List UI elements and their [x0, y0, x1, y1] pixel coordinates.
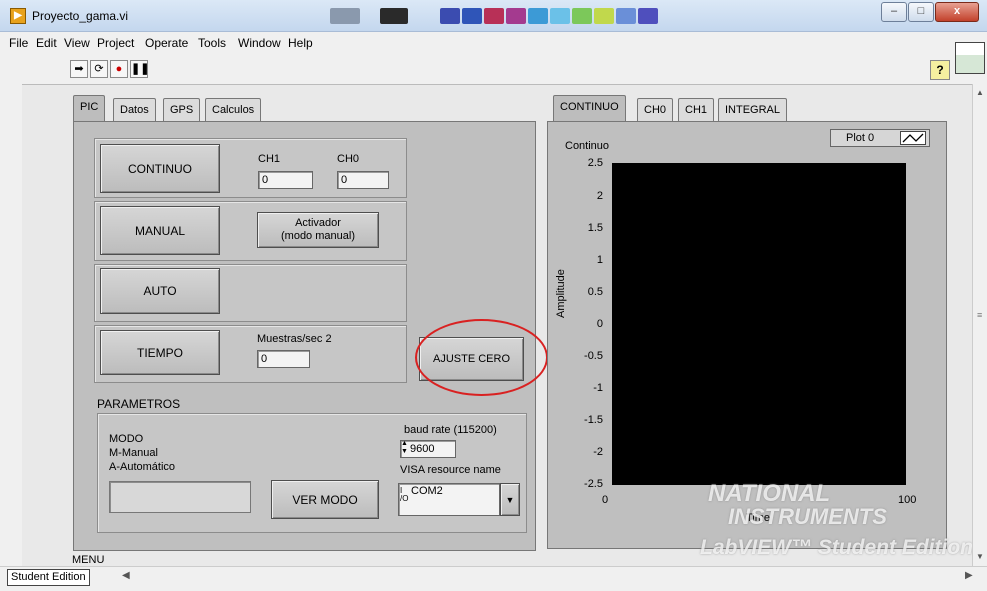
y-axis-label: Amplitude	[555, 269, 567, 318]
auto-button[interactable]: AUTO	[100, 268, 220, 314]
modo-string-indicator	[109, 481, 251, 513]
baud-rate-input[interactable]: 9600	[400, 440, 456, 458]
tab-datos[interactable]: Datos	[113, 98, 156, 122]
scroll-down-icon[interactable]: ▼	[976, 552, 984, 561]
activador-button[interactable]: Activador (modo manual)	[257, 212, 379, 248]
legend-label: Plot 0	[846, 132, 875, 144]
run-continuous-icon[interactable]: ⟳	[90, 60, 108, 78]
menu-label: MENU	[72, 554, 105, 566]
status-bar	[0, 566, 987, 591]
tab-gps[interactable]: GPS	[163, 98, 201, 122]
scroll-up-icon[interactable]: ▲	[976, 88, 984, 97]
menu-edit[interactable]: Edit	[36, 36, 57, 50]
manual-button[interactable]: MANUAL	[100, 206, 220, 255]
run-arrow-icon[interactable]: ➡	[70, 60, 88, 78]
scroll-right-icon[interactable]: ▶	[965, 570, 973, 581]
visa-io-icon: I/O	[400, 486, 409, 503]
y-tick-label: 2.5	[587, 157, 603, 169]
tab-calculos[interactable]: Calculos	[205, 98, 262, 122]
tab-ch0[interactable]: CH0	[637, 98, 674, 122]
x-tick-label: 0	[602, 494, 609, 506]
y-tick-label: -1	[593, 382, 603, 394]
vertical-scrollbar[interactable]: ▲ ≡ ▼	[972, 84, 987, 566]
minimize-button[interactable]: –	[881, 2, 907, 22]
labview-app-icon: ▶	[10, 8, 26, 24]
y-tick-label: 0.5	[587, 286, 603, 298]
activador-label-line2: (modo manual)	[281, 230, 355, 242]
visa-dropdown-button[interactable]: ▼	[500, 483, 520, 516]
taskbar-thumbnails	[150, 4, 770, 28]
help-icon[interactable]: ?	[930, 60, 950, 80]
scroll-grip-icon[interactable]: ≡	[977, 310, 982, 320]
title-bar: ▶ Proyecto_gama.vi – □ x	[0, 0, 987, 32]
abort-icon[interactable]: ●	[110, 60, 128, 78]
legend-plot-icon	[900, 131, 926, 145]
graph-title: Continuo	[565, 140, 610, 152]
visa-label: VISA resource name	[400, 464, 501, 476]
activador-label-line1: Activador	[295, 217, 341, 229]
modo-line-2: M-Manual	[109, 447, 158, 459]
ajuste-cero-button[interactable]: AJUSTE CERO	[419, 337, 524, 381]
menu-help[interactable]: Help	[288, 36, 313, 50]
tab-pic[interactable]: PIC	[73, 95, 106, 122]
modo-line-3: A-Automático	[109, 461, 176, 473]
toolbar: ➡ ⟳ ● ❚❚ ?	[0, 54, 987, 84]
parametros-title: PARAMETROS	[97, 397, 181, 411]
labview-watermark: LabVIEW™ Student Edition	[700, 536, 973, 559]
y-tick-label: -2	[593, 446, 603, 458]
maximize-button[interactable]: □	[908, 2, 934, 22]
menu-window[interactable]: Window	[238, 36, 281, 50]
student-edition-label: Student Edition	[7, 569, 90, 586]
plot-legend[interactable]: Plot 0	[830, 129, 930, 147]
y-tick-label: 2	[596, 190, 603, 202]
menu-bar: File Edit View Project Operate Tools Win…	[0, 32, 987, 54]
close-button[interactable]: x	[935, 2, 979, 22]
menu-file[interactable]: File	[9, 36, 28, 50]
muestras-label: Muestras/sec 2	[257, 333, 332, 345]
ch0-label: CH0	[337, 153, 360, 165]
ch1-indicator: 0	[258, 171, 313, 189]
y-tick-label: -1.5	[584, 414, 603, 426]
tab-integral[interactable]: INTEGRAL	[718, 98, 788, 122]
vi-connector-icon	[955, 42, 985, 74]
tab-continuo[interactable]: CONTINUO	[553, 95, 626, 122]
continuo-button[interactable]: CONTINUO	[100, 144, 220, 193]
y-tick-label: -2.5	[584, 478, 603, 490]
baud-rate-spinner-icon[interactable]: ▲ ▼	[401, 440, 408, 456]
baud-rate-label: baud rate (115200)	[404, 424, 497, 436]
y-tick-label: 1	[596, 254, 603, 266]
scroll-left-icon[interactable]: ◀	[122, 570, 130, 581]
ch0-indicator: 0	[337, 171, 389, 189]
tab-ch1[interactable]: CH1	[678, 98, 715, 122]
y-tick-label: 0	[596, 318, 603, 330]
tiempo-button[interactable]: TIEMPO	[100, 330, 220, 375]
plot-area[interactable]	[612, 163, 906, 485]
modo-line-1: MODO	[109, 433, 144, 445]
window-title: Proyecto_gama.vi	[32, 9, 129, 23]
menu-operate[interactable]: Operate	[145, 36, 188, 50]
menu-view[interactable]: View	[64, 36, 90, 50]
menu-tools[interactable]: Tools	[198, 36, 226, 50]
visa-resource-input[interactable]: COM2	[398, 483, 500, 516]
y-tick-label: 1.5	[587, 222, 603, 234]
muestras-input[interactable]: 0	[257, 350, 310, 368]
menu-project[interactable]: Project	[97, 36, 134, 50]
y-tick-label: -0.5	[584, 350, 603, 362]
pause-icon[interactable]: ❚❚	[130, 60, 149, 78]
ni-watermark-line2: INSTRUMENTS	[728, 504, 887, 529]
x-tick-label: 100	[898, 494, 917, 506]
ch1-label: CH1	[258, 153, 281, 165]
ver-modo-button[interactable]: VER MODO	[271, 480, 379, 519]
